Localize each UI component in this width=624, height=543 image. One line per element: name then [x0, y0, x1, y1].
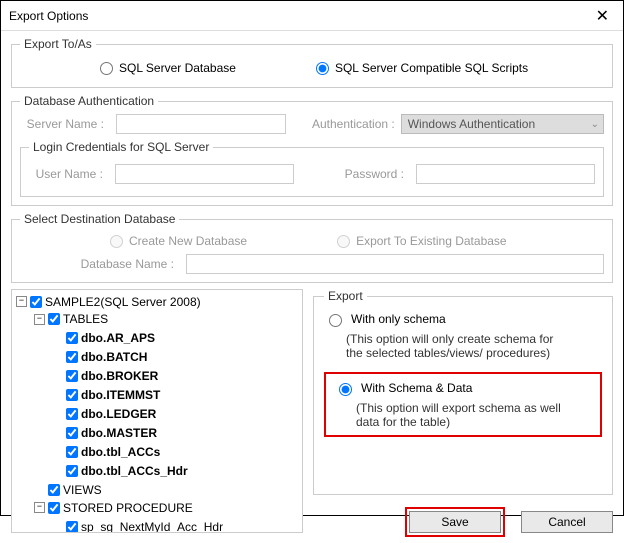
- tree-item[interactable]: dbo.LEDGER: [52, 406, 156, 422]
- radio-input[interactable]: [329, 314, 342, 327]
- tree-root-node[interactable]: − SAMPLE2(SQL Server 2008): [16, 294, 201, 310]
- tree-item[interactable]: dbo.tbl_ACCs: [52, 444, 160, 460]
- item-checkbox[interactable]: [66, 427, 78, 439]
- export-existing-db-radio[interactable]: Export To Existing Database: [337, 234, 507, 248]
- password-label: Password :: [330, 167, 410, 181]
- radio-label: With only schema: [351, 312, 446, 326]
- object-tree[interactable]: − SAMPLE2(SQL Server 2008) − TABLES dbo.…: [11, 289, 303, 533]
- radio-input[interactable]: [316, 62, 329, 75]
- authentication-value: Windows Authentication: [408, 117, 535, 131]
- schema-only-radio[interactable]: With only schema: [324, 311, 446, 327]
- radio-input: [110, 235, 123, 248]
- create-new-db-radio[interactable]: Create New Database: [110, 234, 247, 248]
- radio-label: SQL Server Database: [119, 61, 236, 75]
- procs-checkbox[interactable]: [48, 502, 60, 514]
- save-button[interactable]: Save: [409, 511, 501, 533]
- schema-data-radio[interactable]: With Schema & Data: [334, 380, 472, 396]
- item-checkbox[interactable]: [66, 389, 78, 401]
- export-to-as-group: Export To/As SQL Server Database SQL Ser…: [11, 37, 613, 88]
- database-name-label: Database Name :: [70, 257, 180, 271]
- item-checkbox[interactable]: [66, 446, 78, 458]
- tree-item[interactable]: dbo.MASTER: [52, 425, 157, 441]
- database-name-input[interactable]: [186, 254, 604, 274]
- titlebar: Export Options ✕: [1, 1, 623, 31]
- item-checkbox[interactable]: [66, 521, 78, 533]
- item-checkbox[interactable]: [66, 408, 78, 420]
- radio-input[interactable]: [100, 62, 113, 75]
- login-credentials-legend: Login Credentials for SQL Server: [29, 140, 213, 154]
- tree-views-label: VIEWS: [63, 482, 102, 498]
- authentication-select[interactable]: Windows Authentication ⌄: [401, 114, 604, 134]
- close-icon[interactable]: ✕: [590, 6, 615, 26]
- item-checkbox[interactable]: [66, 351, 78, 363]
- tree-item[interactable]: dbo.AR_APS: [52, 330, 155, 346]
- username-label: User Name :: [29, 167, 109, 181]
- tree-item[interactable]: dbo.ITEMMST: [52, 387, 160, 403]
- server-name-label: Server Name :: [20, 117, 110, 131]
- collapse-icon[interactable]: −: [34, 314, 45, 325]
- radio-label: With Schema & Data: [361, 381, 472, 395]
- server-name-input[interactable]: [116, 114, 286, 134]
- tree-tables-label: TABLES: [63, 311, 108, 327]
- root-checkbox[interactable]: [30, 296, 42, 308]
- chevron-down-icon: ⌄: [591, 119, 599, 130]
- radio-input[interactable]: [339, 383, 352, 396]
- radio-label: SQL Server Compatible SQL Scripts: [335, 61, 528, 75]
- item-checkbox[interactable]: [66, 465, 78, 477]
- db-auth-legend: Database Authentication: [20, 94, 158, 108]
- radio-label: Export To Existing Database: [356, 234, 507, 248]
- tree-item[interactable]: dbo.BROKER: [52, 368, 158, 384]
- window-title: Export Options: [9, 9, 88, 23]
- tables-checkbox[interactable]: [48, 313, 60, 325]
- tree-item[interactable]: dbo.BATCH: [52, 349, 147, 365]
- schema-only-desc: (This option will only create schema for…: [346, 332, 566, 360]
- radio-label: Create New Database: [129, 234, 247, 248]
- tree-tables-node[interactable]: − TABLES: [34, 311, 108, 327]
- export-options-group: Export With only schema (This option wil…: [313, 289, 613, 495]
- export-options-legend: Export: [324, 289, 367, 303]
- tree-root-label: SAMPLE2(SQL Server 2008): [45, 294, 201, 310]
- db-auth-group: Database Authentication Server Name : Au…: [11, 94, 613, 206]
- tree-item[interactable]: sp_sg_NextMyId_Acc_Hdr: [52, 519, 223, 534]
- select-destination-legend: Select Destination Database: [20, 212, 179, 226]
- tree-views-node[interactable]: VIEWS: [34, 482, 102, 498]
- schema-data-highlight: With Schema & Data (This option will exp…: [324, 372, 602, 437]
- radio-input: [337, 235, 350, 248]
- select-destination-group: Select Destination Database Create New D…: [11, 212, 613, 283]
- collapse-icon[interactable]: −: [16, 296, 27, 307]
- item-checkbox[interactable]: [66, 370, 78, 382]
- password-input[interactable]: [416, 164, 595, 184]
- tree-procs-label: STORED PROCEDURE: [63, 500, 193, 516]
- tree-procs-node[interactable]: − STORED PROCEDURE: [34, 500, 193, 516]
- collapse-icon[interactable]: −: [34, 502, 45, 513]
- views-checkbox[interactable]: [48, 484, 60, 496]
- tree-item[interactable]: dbo.tbl_ACCs_Hdr: [52, 463, 188, 479]
- cancel-button[interactable]: Cancel: [521, 511, 613, 533]
- export-to-as-legend: Export To/As: [20, 37, 96, 51]
- item-checkbox[interactable]: [66, 332, 78, 344]
- export-to-sql-scripts-radio[interactable]: SQL Server Compatible SQL Scripts: [316, 61, 528, 75]
- schema-data-desc: (This option will export schema as well …: [356, 401, 576, 429]
- login-credentials-group: Login Credentials for SQL Server User Na…: [20, 140, 604, 197]
- export-to-sqlserver-db-radio[interactable]: SQL Server Database: [100, 61, 236, 75]
- authentication-label: Authentication :: [312, 117, 395, 131]
- username-input[interactable]: [115, 164, 294, 184]
